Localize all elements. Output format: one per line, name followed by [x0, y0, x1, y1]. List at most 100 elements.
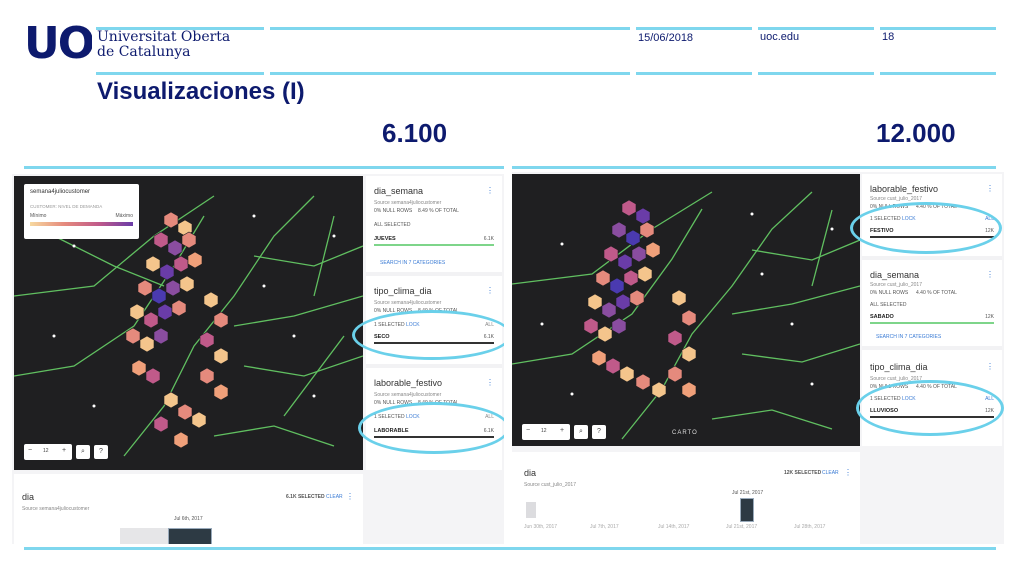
category-value[interactable]: SABADO — [870, 314, 894, 320]
header-bar-4 — [758, 27, 874, 30]
widget-menu-icon[interactable]: ⋮ — [486, 186, 494, 195]
right-dashboard-screenshot: − 12 + ⌕ ? CARTO laborable_festivo ⋮ Sou… — [512, 172, 1004, 544]
legend-min-label: Mínimo — [30, 213, 47, 219]
slide-title: Visualizaciones (I) — [97, 78, 305, 105]
timeline-menu-icon[interactable]: ⋮ — [346, 492, 354, 501]
timeline-bar-selected[interactable] — [740, 498, 754, 522]
right-map-layer — [512, 191, 860, 440]
help-button[interactable]: ? — [94, 445, 108, 459]
widget-null-rows: 0% NULL ROWS — [374, 208, 413, 214]
widget-selected-status: ALL SELECTED — [374, 222, 411, 228]
widget-pct-total: 4.40 % OF TOTAL — [916, 290, 957, 296]
widget-title: dia_semana — [870, 270, 920, 280]
right-map[interactable]: − 12 + ⌕ ? CARTO — [512, 174, 860, 446]
widget-title: laborable_festivo — [374, 378, 443, 388]
timeline-bar-selected[interactable] — [168, 528, 212, 544]
legend-gradient — [30, 222, 133, 226]
timeline-tick-label: Jul 21st, 2017 — [726, 524, 758, 530]
search-categories-link[interactable]: SEARCH IN 7 CATEGORIES — [380, 260, 445, 266]
header-bar-9 — [758, 72, 874, 75]
legend-layer-name: semana4juliocustomer — [30, 189, 91, 195]
widget-title: tipo_clima_dia — [870, 362, 928, 372]
divider-bottom — [24, 547, 996, 550]
divider-left-top — [24, 166, 504, 169]
highlight-oval-festivo — [850, 202, 1002, 254]
widget-source: Source cust_julio_2017 — [870, 282, 922, 288]
widget-source: Source semana4juliocustomer — [374, 200, 442, 206]
left-map[interactable]: semana4juliocustomer CUSTOMER: NIVEL DE … — [14, 176, 363, 470]
header-bar-5 — [880, 27, 996, 30]
widget-null-rows: 0% NULL ROWS — [870, 290, 909, 296]
timeline-tooltip: Jul 21st, 2017 — [732, 490, 764, 496]
map-attribution: CARTO — [672, 430, 698, 436]
timeline-selected-count: 12K SELECTED — [784, 470, 822, 476]
university-name: Universitat Oberta de Catalunya — [97, 29, 231, 60]
widget-title: tipo_clima_dia — [374, 286, 432, 296]
timeline-bar-background — [120, 528, 168, 544]
zoom-in-button[interactable]: + — [560, 427, 564, 434]
timeline-tick-label: Jul 14th, 2017 — [658, 524, 690, 530]
zoom-in-button[interactable]: + — [62, 447, 66, 454]
category-count: 6.1k — [483, 236, 494, 242]
widget-selected-status: ALL SELECTED — [870, 302, 907, 308]
widget-source: Source semana4juliocustomer — [374, 392, 442, 398]
category-count: 12k — [985, 314, 994, 320]
zoom-out-button[interactable]: − — [28, 447, 32, 454]
zoom-control: − 12 + — [522, 424, 570, 440]
legend-max-label: Máximo — [115, 213, 133, 219]
header-bar-8 — [636, 72, 752, 75]
left-count: 6.100 — [382, 118, 448, 148]
zoom-level: 12 — [43, 448, 49, 454]
timeline-title: dia — [524, 468, 537, 478]
timeline-menu-icon[interactable]: ⋮ — [844, 468, 852, 477]
zoom-level: 12 — [541, 428, 547, 434]
right-timeline-widget: dia Source cust_julio_2017 12K SELECTED … — [512, 452, 860, 544]
highlight-oval-lluvioso — [856, 380, 1004, 436]
widget-card-dia-semana: dia_semana ⋮ Source cust_julio_2017 0% N… — [862, 260, 1002, 346]
legend-subtitle: CUSTOMER: NIVEL DE DEMANDA — [30, 204, 103, 209]
widget-menu-icon[interactable]: ⋮ — [986, 184, 994, 193]
help-button[interactable]: ? — [592, 425, 606, 439]
widget-source: Source semana4juliocustomer — [374, 300, 442, 306]
site-url: uoc.edu — [760, 31, 800, 43]
timeline-source: Source cust_julio_2017 — [524, 482, 576, 488]
widget-menu-icon[interactable]: ⋮ — [986, 270, 994, 279]
category-bar — [374, 244, 494, 246]
widget-pct-total: 8.49 % OF TOTAL — [418, 208, 459, 214]
map-legend: semana4juliocustomer CUSTOMER: NIVEL DE … — [24, 184, 139, 239]
timeline-tick-label: Jul 7th, 2017 — [590, 524, 619, 530]
header-bar-2 — [270, 27, 630, 30]
timeline-clear-link[interactable]: CLEAR — [822, 470, 839, 476]
header-bar-10 — [880, 72, 996, 75]
timeline-tick-label: Jun 30th, 2017 — [524, 524, 558, 530]
search-location-button[interactable]: ⌕ — [76, 445, 90, 459]
left-timeline-widget: dia Source semana4juliocustomer 6.1K SEL… — [14, 474, 363, 544]
right-count: 12.000 — [876, 118, 956, 148]
category-value[interactable]: JUEVES — [374, 236, 396, 242]
search-location-button[interactable]: ⌕ — [574, 425, 588, 439]
timeline-tick-label: Jul 28th, 2017 — [794, 524, 826, 530]
widget-source: Source cust_julio_2017 — [870, 196, 922, 202]
highlight-oval-clima — [352, 310, 504, 360]
timeline-clear-link[interactable]: CLEAR — [326, 494, 343, 500]
left-dashboard-screenshot: semana4juliocustomer CUSTOMER: NIVEL DE … — [12, 174, 504, 544]
page-number: 18 — [882, 31, 895, 43]
timeline-title: dia — [22, 492, 35, 502]
widget-menu-icon[interactable]: ⋮ — [486, 378, 494, 387]
timeline-selected-count: 6.1K SELECTED — [286, 494, 325, 500]
zoom-out-button[interactable]: − — [526, 427, 530, 434]
widget-menu-icon[interactable]: ⋮ — [986, 362, 994, 371]
highlight-oval-laborable — [358, 402, 504, 454]
slide-date: 15/06/2018 — [638, 32, 694, 44]
widget-title: dia_semana — [374, 186, 424, 196]
timeline-tooltip: Jul 6th, 2017 — [174, 516, 203, 522]
search-categories-link[interactable]: SEARCH IN 7 CATEGORIES — [876, 334, 941, 340]
header-bar-6 — [96, 72, 264, 75]
widget-title: laborable_festivo — [870, 184, 939, 194]
divider-right-top — [512, 166, 996, 169]
timeline-source: Source semana4juliocustomer — [22, 506, 90, 512]
widget-menu-icon[interactable]: ⋮ — [486, 286, 494, 295]
category-bar — [870, 322, 994, 324]
header-bar-7 — [270, 72, 630, 75]
zoom-control: − 12 + — [24, 444, 72, 460]
